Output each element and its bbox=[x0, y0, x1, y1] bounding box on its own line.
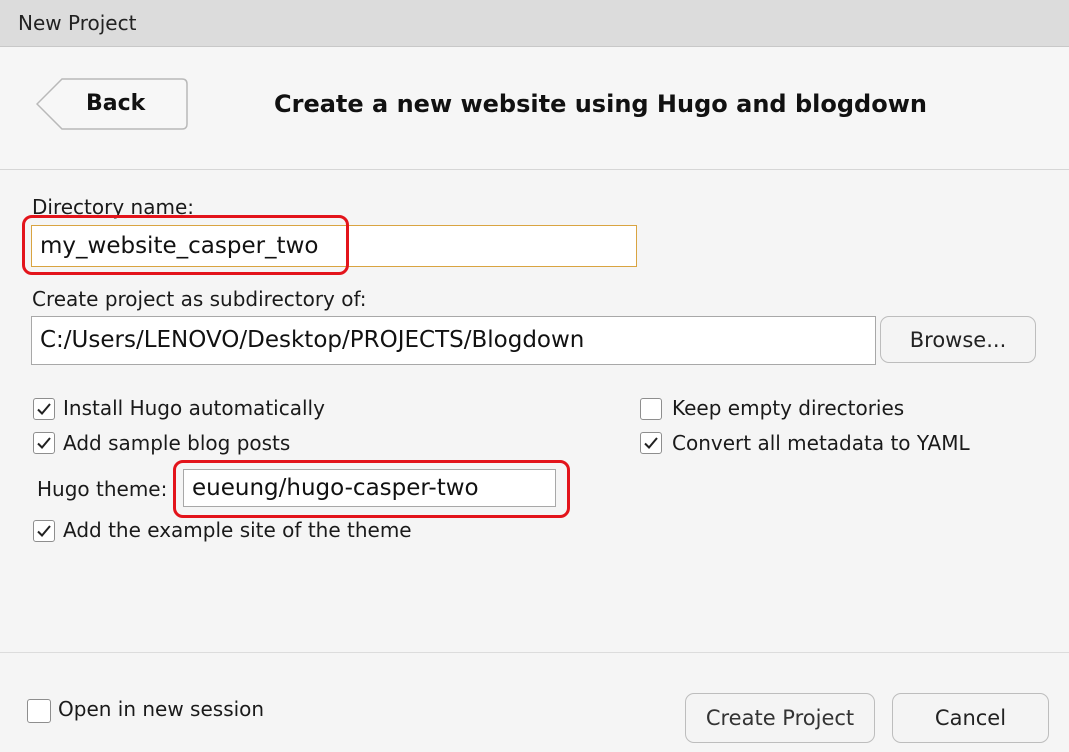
checkmark-icon bbox=[644, 437, 658, 449]
checkmark-icon bbox=[37, 525, 51, 537]
add-sample-posts-checkbox[interactable] bbox=[33, 432, 55, 454]
add-sample-posts-label: Add sample blog posts bbox=[63, 431, 291, 455]
subdirectory-input[interactable]: C:/Users/LENOVO/Desktop/PROJECTS/Blogdow… bbox=[31, 316, 876, 365]
install-hugo-label: Install Hugo automatically bbox=[63, 396, 325, 420]
page-title: Create a new website using Hugo and blog… bbox=[274, 90, 927, 118]
checkmark-icon bbox=[37, 437, 51, 449]
create-project-button[interactable]: Create Project bbox=[685, 693, 875, 743]
open-new-session-checkbox[interactable] bbox=[27, 699, 51, 723]
open-new-session-label: Open in new session bbox=[58, 697, 265, 721]
hugo-theme-input[interactable]: eueung/hugo-casper-two bbox=[183, 469, 556, 507]
title-bar: New Project bbox=[0, 0, 1069, 47]
add-example-site-label: Add the example site of the theme bbox=[63, 518, 412, 542]
keep-empty-dirs-label: Keep empty directories bbox=[672, 396, 905, 420]
convert-yaml-label: Convert all metadata to YAML bbox=[672, 431, 970, 455]
directory-name-input[interactable]: my_website_casper_two bbox=[31, 225, 637, 267]
add-example-site-checkbox[interactable] bbox=[33, 520, 55, 542]
hugo-theme-label: Hugo theme: bbox=[37, 477, 168, 501]
new-project-dialog: New Project Back Create a new website us… bbox=[0, 0, 1069, 752]
window-title: New Project bbox=[18, 11, 137, 35]
browse-button[interactable]: Browse... bbox=[880, 316, 1036, 363]
checkmark-icon bbox=[37, 403, 51, 415]
back-button-label: Back bbox=[86, 91, 146, 116]
back-button[interactable]: Back bbox=[36, 78, 188, 130]
keep-empty-dirs-checkbox[interactable] bbox=[640, 398, 662, 420]
subdirectory-label: Create project as subdirectory of: bbox=[32, 287, 367, 311]
footer-divider bbox=[0, 652, 1069, 653]
install-hugo-checkbox[interactable] bbox=[33, 398, 55, 420]
convert-yaml-checkbox[interactable] bbox=[640, 432, 662, 454]
cancel-button[interactable]: Cancel bbox=[892, 693, 1049, 743]
directory-name-label: Directory name: bbox=[32, 195, 194, 219]
